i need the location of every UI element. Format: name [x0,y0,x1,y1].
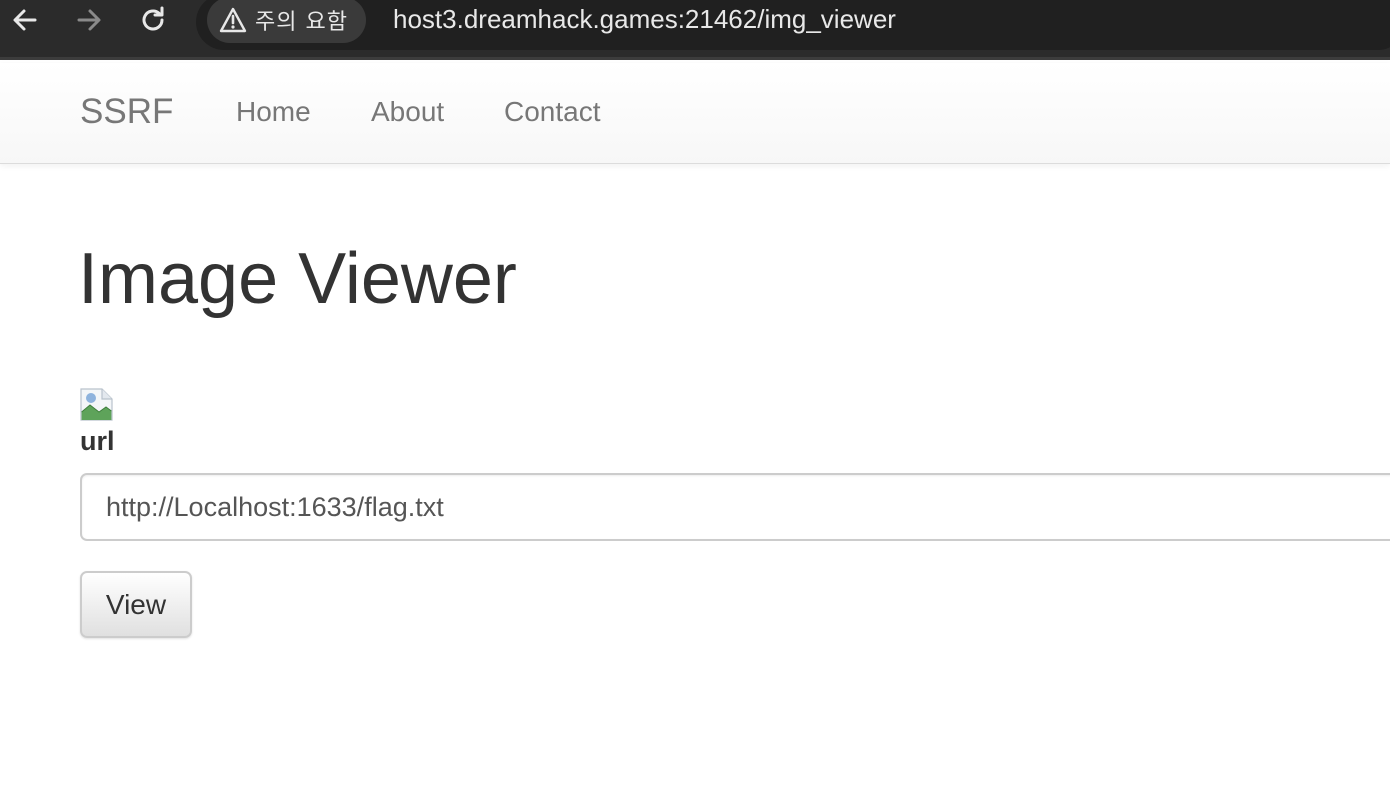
warning-triangle-icon [219,7,247,33]
navbar-brand[interactable]: SSRF [80,92,173,132]
broken-image-icon [80,388,113,421]
arrow-right-icon [77,9,101,31]
nav-link-home[interactable]: Home [236,96,311,128]
page-title: Image Viewer [78,239,517,319]
browser-toolbar: 주의 요함 host3.dreamhack.games:21462/img_vi… [0,0,1390,60]
back-button[interactable] [3,0,47,40]
url-label: url [80,426,115,456]
nav-link-contact[interactable]: Contact [504,96,601,128]
url-input[interactable] [80,473,1390,541]
site-navbar: SSRF Home About Contact [0,63,1390,164]
arrow-left-icon [13,9,37,31]
forward-button[interactable] [67,0,111,40]
view-button[interactable]: View [80,571,192,638]
reload-button[interactable] [131,0,175,40]
nav-link-about[interactable]: About [371,96,444,128]
url-text[interactable]: host3.dreamhack.games:21462/img_viewer [393,4,896,35]
reload-icon [142,6,164,31]
security-chip-label: 주의 요함 [255,10,348,35]
security-indicator[interactable]: 주의 요함 [207,0,366,43]
